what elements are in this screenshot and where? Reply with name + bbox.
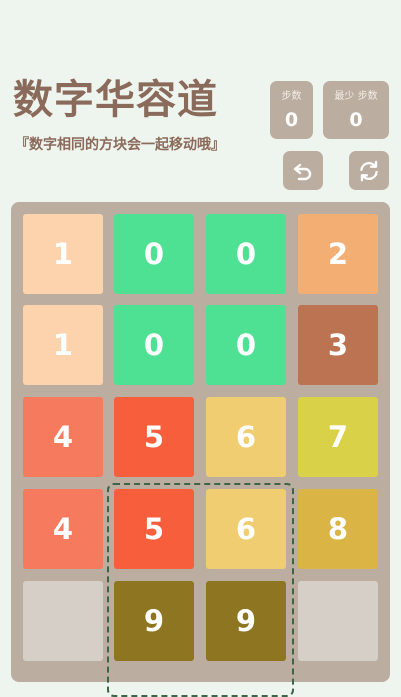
tile-5[interactable]: 5	[114, 397, 194, 477]
tile-9[interactable]: 9	[206, 581, 286, 661]
steps-label: 步数	[281, 91, 302, 102]
tile-2[interactable]: 2	[298, 214, 378, 294]
tile-9[interactable]: 9	[114, 581, 194, 661]
tile-6[interactable]: 6	[206, 397, 286, 477]
steps-score-box: 步数 0	[270, 81, 313, 139]
tile-4[interactable]: 4	[23, 397, 103, 477]
game-board: 100210034567456899	[11, 202, 390, 697]
tile-1[interactable]: 1	[23, 214, 103, 294]
tile-0[interactable]: 0	[206, 305, 286, 385]
tile-8[interactable]: 8	[298, 489, 378, 569]
app-title: 数字华容道	[13, 77, 218, 123]
undo-button[interactable]	[283, 151, 323, 190]
tile-5[interactable]: 5	[114, 489, 194, 569]
tile-3[interactable]: 3	[298, 305, 378, 385]
refresh-icon	[360, 160, 378, 181]
best-value: 0	[349, 109, 363, 131]
undo-icon	[293, 163, 312, 180]
tile-0[interactable]: 0	[114, 214, 194, 294]
steps-value: 0	[284, 109, 299, 131]
app-subtitle: 『数字相同的方块会一起移动哦』	[15, 137, 225, 153]
reset-button[interactable]	[349, 151, 389, 190]
best-label: 最少 步数	[334, 91, 378, 102]
tile-0[interactable]: 0	[206, 214, 286, 294]
empty-tile	[298, 581, 378, 661]
tile-1[interactable]: 1	[23, 305, 103, 385]
tile-4[interactable]: 4	[23, 489, 103, 569]
tile-0[interactable]: 0	[114, 305, 194, 385]
tile-6[interactable]: 6	[206, 489, 286, 569]
empty-tile	[23, 581, 103, 661]
tile-7[interactable]: 7	[298, 397, 378, 477]
best-score-box: 最少 步数 0	[323, 81, 389, 139]
